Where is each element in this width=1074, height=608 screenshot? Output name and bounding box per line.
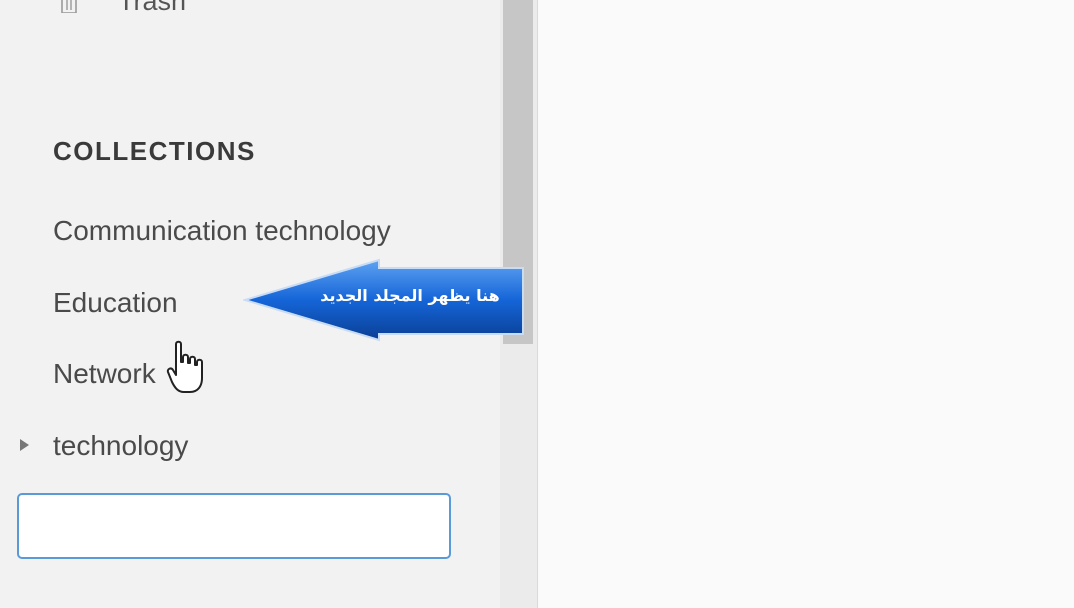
trash-icon (58, 0, 80, 14)
app-window: Trash COLLECTIONS Communication technolo… (0, 0, 1074, 608)
collection-item-communication-technology[interactable]: Communication technology (53, 215, 391, 247)
collection-item-technology[interactable]: technology (53, 430, 188, 462)
collections-heading: COLLECTIONS (53, 136, 256, 166)
collection-item-network[interactable]: Network (53, 358, 156, 390)
hand-cursor-icon (166, 340, 203, 393)
sidebar-item-trash[interactable]: Trash (58, 0, 186, 16)
callout-text: هنا يظهر المجلد الجديد (320, 286, 500, 305)
main-pane (538, 0, 1074, 608)
sidebar-item-label: Trash (118, 0, 187, 16)
collection-item-education[interactable]: Education (53, 287, 178, 319)
new-collection-input[interactable] (17, 493, 451, 559)
expand-arrow-icon[interactable] (20, 439, 29, 451)
